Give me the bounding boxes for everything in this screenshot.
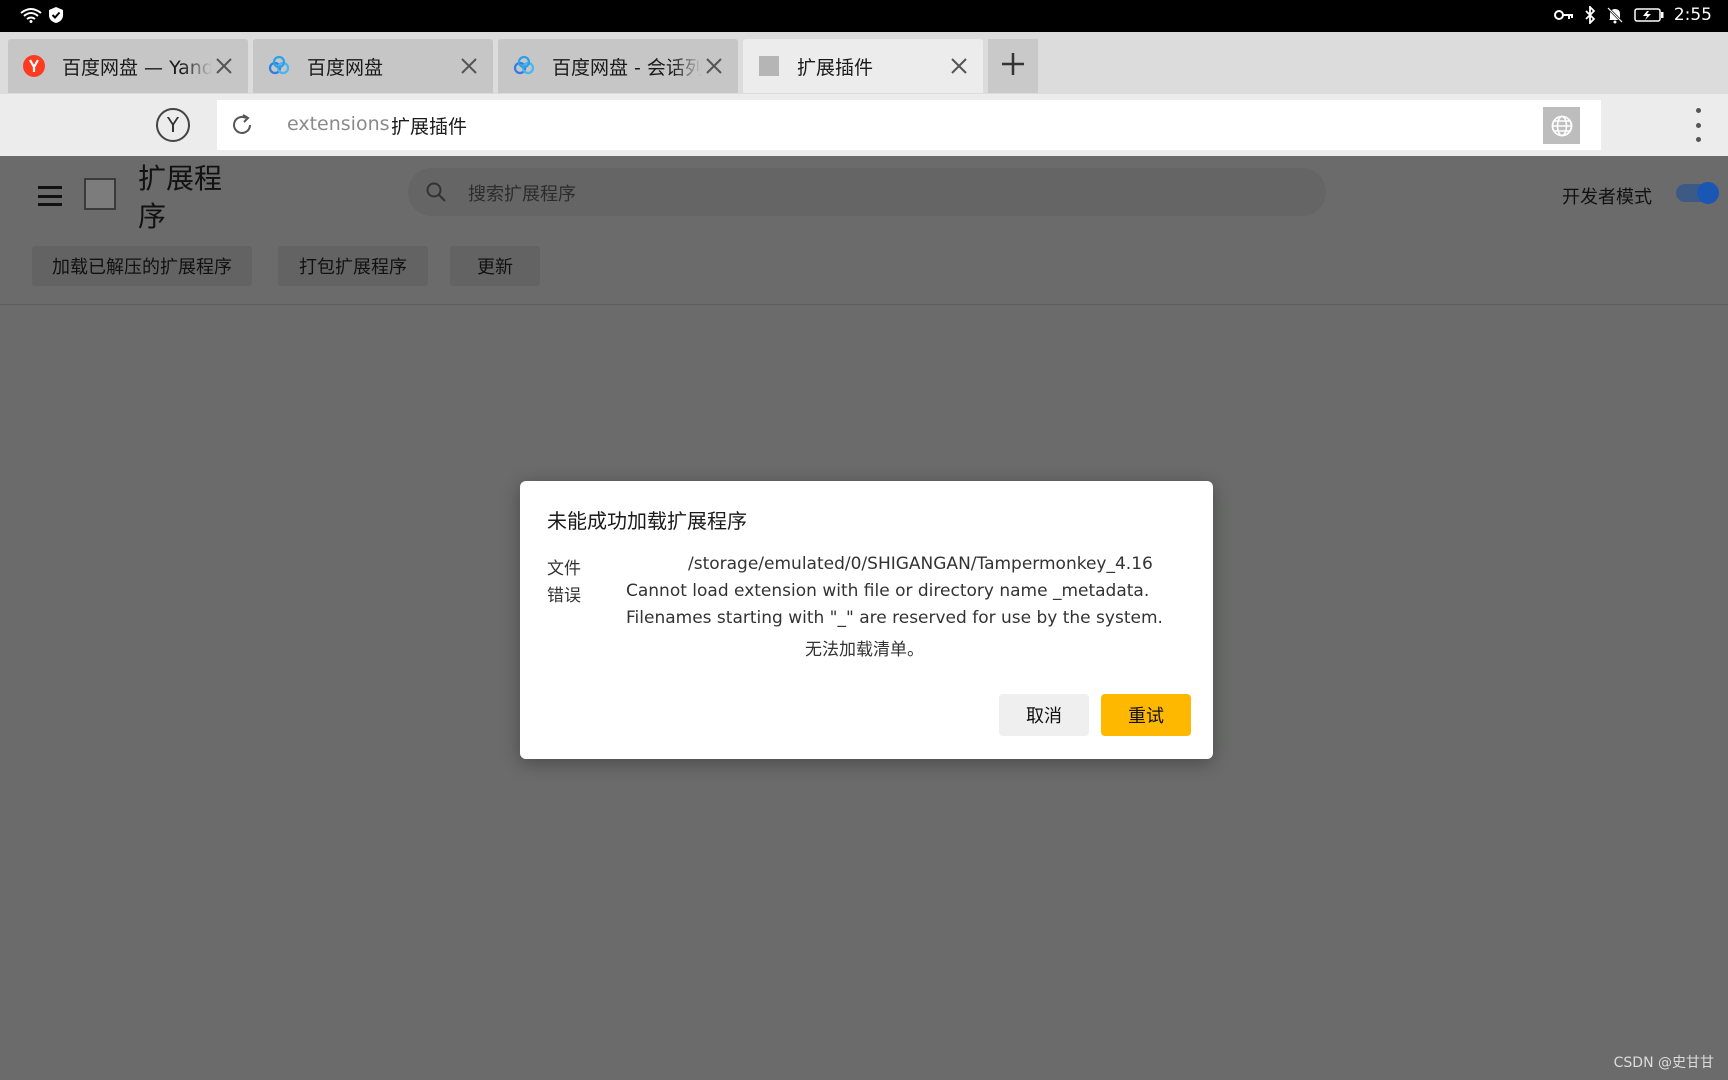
tab-title: 百度网盘 — Yand bbox=[62, 56, 212, 79]
more-menu-icon[interactable] bbox=[1692, 108, 1704, 142]
header-divider bbox=[0, 304, 1728, 305]
globe-icon[interactable] bbox=[1543, 107, 1580, 144]
cancel-button[interactable]: 取消 bbox=[999, 694, 1089, 736]
baidu-netdisk-logo-icon bbox=[512, 54, 536, 78]
tab-strip: 百度网盘 — Yand 百度网盘 百度网盘 - 会话列 扩展插件 bbox=[0, 32, 1728, 94]
search-placeholder: 搜索扩展程序 bbox=[468, 184, 576, 205]
plus-icon bbox=[1000, 51, 1026, 81]
tab-title: 百度网盘 - 会话列 bbox=[552, 56, 702, 79]
hamburger-menu-icon[interactable] bbox=[38, 186, 62, 206]
close-tab-icon[interactable] bbox=[212, 54, 236, 78]
search-extensions-input[interactable]: 搜索扩展程序 bbox=[408, 168, 1326, 216]
developer-mode-toggle[interactable] bbox=[1676, 182, 1719, 204]
baidu-netdisk-logo-icon bbox=[267, 54, 291, 78]
system-status-bar: 2:55 bbox=[0, 0, 1728, 32]
close-tab-icon[interactable] bbox=[947, 54, 971, 78]
shield-check-icon bbox=[48, 6, 64, 24]
url-scheme: extensions bbox=[287, 113, 390, 135]
file-path: /storage/emulated/0/SHIGANGAN/Tampermonk… bbox=[688, 554, 1153, 574]
url-page-name: 扩展插件 bbox=[391, 116, 468, 138]
page-title: 扩展程序 bbox=[138, 162, 223, 233]
developer-mode-label: 开发者模式 bbox=[1562, 187, 1652, 208]
file-label: 文件 bbox=[547, 559, 581, 579]
load-unpacked-button[interactable]: 加载已解压的扩展程序 bbox=[32, 246, 252, 286]
search-icon bbox=[424, 180, 448, 204]
wifi-icon bbox=[20, 7, 42, 23]
bell-off-icon bbox=[1606, 6, 1624, 24]
yandex-logo-icon bbox=[22, 54, 46, 78]
clock: 2:55 bbox=[1673, 5, 1712, 25]
yandex-home-button[interactable]: Y bbox=[156, 108, 190, 142]
tab-title: 扩展插件 bbox=[797, 56, 874, 79]
close-tab-icon[interactable] bbox=[457, 54, 481, 78]
load-error-dialog: 未能成功加载扩展程序 文件 /storage/emulated/0/SHIGAN… bbox=[520, 481, 1213, 759]
error-label: 错误 bbox=[547, 586, 581, 606]
generic-page-icon bbox=[757, 54, 781, 78]
tab-extensions[interactable]: 扩展插件 bbox=[743, 39, 983, 93]
new-tab-button[interactable] bbox=[988, 39, 1038, 93]
close-tab-icon[interactable] bbox=[702, 54, 726, 78]
error-message-line1: Cannot load extension with file or direc… bbox=[626, 581, 1150, 601]
extensions-logo bbox=[84, 178, 116, 210]
address-bar-tail bbox=[1584, 100, 1600, 150]
reload-icon[interactable] bbox=[229, 112, 255, 138]
bluetooth-icon bbox=[1584, 6, 1596, 24]
tab-baidu-netdisk[interactable]: 百度网盘 bbox=[253, 39, 493, 93]
retry-button[interactable]: 重试 bbox=[1101, 694, 1191, 736]
yandex-glyph: Y bbox=[166, 113, 180, 137]
vpn-key-icon bbox=[1553, 8, 1574, 22]
pack-extension-button[interactable]: 打包扩展程序 bbox=[278, 246, 428, 286]
battery-charging-icon bbox=[1634, 7, 1664, 23]
tab-baidu-netdisk-chat[interactable]: 百度网盘 - 会话列 bbox=[498, 39, 738, 93]
tab-baidu-yandex[interactable]: 百度网盘 — Yand bbox=[8, 39, 248, 93]
update-button[interactable]: 更新 bbox=[450, 246, 540, 286]
dialog-title: 未能成功加载扩展程序 bbox=[547, 509, 747, 533]
error-message-line3: 无法加载清单。 bbox=[805, 640, 924, 660]
tab-title: 百度网盘 bbox=[307, 56, 384, 79]
browser-toolbar: Y extensions 扩展插件 bbox=[0, 94, 1728, 156]
address-bar[interactable]: extensions 扩展插件 bbox=[217, 100, 1601, 150]
watermark: CSDN @史甘甘 bbox=[1613, 1055, 1714, 1071]
error-message-line2: Filenames starting with "_" are reserved… bbox=[626, 608, 1163, 628]
